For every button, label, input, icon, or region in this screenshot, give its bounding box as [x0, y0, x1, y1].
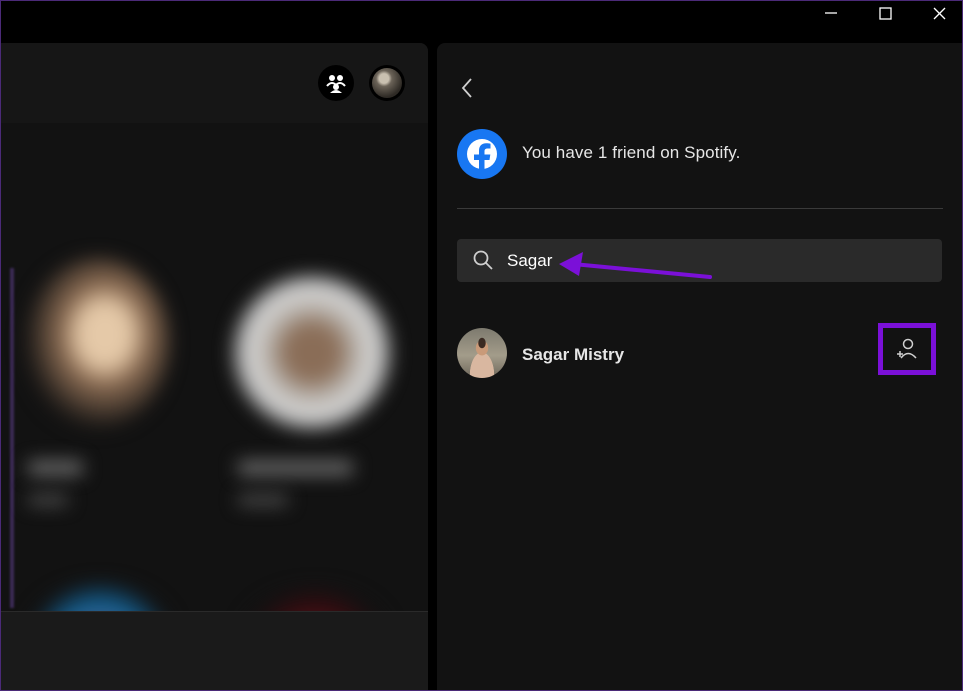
maximize-button[interactable] — [862, 0, 908, 26]
close-button[interactable] — [916, 0, 962, 26]
follow-friend-button[interactable] — [878, 323, 936, 375]
minimize-button[interactable] — [808, 0, 854, 26]
minimize-icon — [825, 12, 837, 14]
divider — [457, 208, 943, 209]
facebook-icon — [457, 129, 507, 179]
blurred-artist-image — [25, 258, 170, 428]
blurred-text — [238, 461, 353, 475]
close-icon — [933, 7, 945, 19]
annotation-arrow-icon — [559, 252, 712, 279]
friend-activity-icon — [326, 75, 346, 93]
main-header — [0, 43, 428, 123]
friend-count-text: You have 1 friend on Spotify. — [522, 143, 741, 162]
profile-avatar-button[interactable] — [369, 65, 405, 101]
main-content-panel — [0, 43, 428, 691]
back-button[interactable] — [455, 75, 479, 101]
blurred-artist-image — [232, 275, 392, 430]
blurred-text — [28, 495, 68, 505]
search-value: Sagar — [507, 251, 553, 270]
profile-avatar — [372, 68, 402, 98]
add-user-icon — [897, 338, 917, 359]
decorative-strip — [10, 268, 14, 608]
maximize-icon — [878, 6, 892, 20]
chevron-left-icon — [461, 78, 472, 98]
main-footer — [0, 611, 428, 691]
friend-name: Sagar Mistry — [522, 345, 625, 364]
search-icon — [473, 250, 493, 270]
friend-activity-button[interactable] — [318, 65, 354, 101]
friend-result-row[interactable]: Sagar Mistry — [457, 328, 943, 380]
blurred-text — [238, 495, 288, 505]
friend-avatar — [457, 328, 507, 378]
find-friends-panel: You have 1 friend on Spotify. Sagar Saga… — [437, 43, 963, 691]
blurred-text — [28, 461, 83, 475]
